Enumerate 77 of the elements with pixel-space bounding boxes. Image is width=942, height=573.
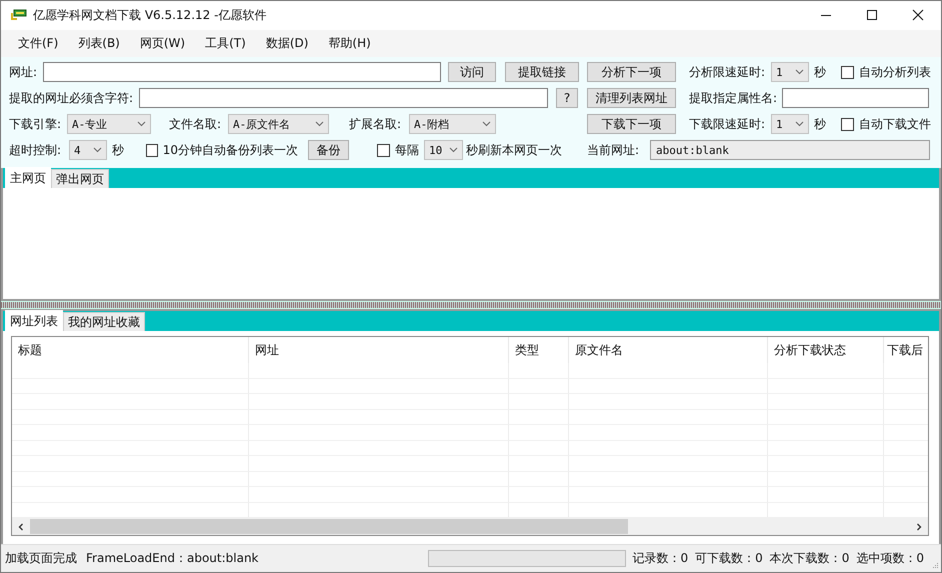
checkbox[interactable] bbox=[841, 66, 854, 79]
button[interactable]: 下载下一项 bbox=[587, 114, 676, 134]
button[interactable]: 清理列表网址 bbox=[587, 88, 676, 108]
status-text: 可下载数：0 bbox=[695, 550, 763, 567]
button[interactable]: 提取链接 bbox=[505, 62, 579, 82]
caret-icon bbox=[795, 121, 804, 128]
url-field: about:blank bbox=[650, 140, 930, 160]
caret-icon bbox=[449, 147, 458, 154]
checkbox-label[interactable]: 自动分析列表 bbox=[859, 64, 931, 81]
caret-icon bbox=[137, 121, 146, 128]
column-header[interactable]: 分析下载状态 bbox=[768, 337, 884, 363]
scroll-left-icon[interactable] bbox=[17, 522, 25, 530]
menu-item[interactable]: 网页(W) bbox=[130, 35, 194, 52]
tab[interactable]: 弹出网页 bbox=[51, 169, 109, 188]
dropdown[interactable]: 10 bbox=[424, 140, 463, 160]
field-label: 网址: bbox=[9, 64, 38, 81]
checkbox-label[interactable]: 自动下载文件 bbox=[859, 116, 931, 133]
tab[interactable]: 网址列表 bbox=[5, 310, 63, 331]
status-text: 选中项数：0 bbox=[856, 550, 924, 567]
caret-icon bbox=[93, 147, 102, 154]
column-header[interactable]: 网址 bbox=[249, 337, 509, 363]
tab[interactable]: 主网页 bbox=[5, 167, 51, 188]
menu-item[interactable]: 工具(T) bbox=[196, 35, 255, 52]
app-icon bbox=[11, 9, 27, 22]
status-text: 本次下载数：0 bbox=[770, 550, 850, 567]
status-text: 记录数：0 bbox=[632, 550, 688, 567]
field-label: 秒 bbox=[814, 64, 827, 81]
column-header[interactable]: 类型 bbox=[509, 337, 569, 363]
field-label: 超时控制: bbox=[9, 142, 62, 159]
maximize-icon[interactable] bbox=[866, 9, 878, 22]
dropdown[interactable]: 1 bbox=[771, 62, 809, 82]
column-header[interactable]: 原文件名 bbox=[569, 337, 768, 363]
input-field[interactable] bbox=[139, 88, 548, 108]
window-title: 亿愿学科网文档下载 V6.5.12.12 -亿愿软件 bbox=[33, 6, 266, 24]
checkbox[interactable] bbox=[377, 144, 390, 157]
dropdown[interactable]: A-原文件名 bbox=[228, 114, 329, 134]
checkbox-label[interactable]: 10分钟自动备份列表一次 bbox=[162, 142, 298, 159]
field-label: 分析限速延时: bbox=[689, 64, 766, 81]
menu-item[interactable]: 数据(D) bbox=[256, 35, 318, 52]
menu-item[interactable]: 列表(B) bbox=[69, 35, 129, 52]
menu-item[interactable]: 帮助(H) bbox=[319, 35, 380, 52]
field-label: 当前网址: bbox=[587, 142, 640, 159]
dropdown[interactable]: 4 bbox=[69, 140, 107, 160]
tab[interactable]: 我的网址收藏 bbox=[63, 312, 145, 331]
field-label: 下载限速延时: bbox=[689, 116, 766, 133]
field-label: 秒 bbox=[814, 116, 827, 133]
field-label: 秒刷新本网页一次 bbox=[466, 142, 563, 159]
splitter[interactable] bbox=[1, 301, 941, 309]
column-header[interactable]: 下载后 bbox=[884, 337, 928, 363]
field-label: 下载引擎: bbox=[9, 116, 62, 133]
button[interactable]: 访问 bbox=[448, 62, 496, 82]
menu-item[interactable]: 文件(F) bbox=[9, 35, 68, 52]
checkbox-label[interactable]: 每隔 bbox=[395, 142, 419, 159]
close-icon[interactable] bbox=[912, 9, 924, 22]
button[interactable]: 分析下一项 bbox=[587, 62, 676, 82]
button[interactable]: 备份 bbox=[308, 140, 349, 160]
field-label: 秒 bbox=[112, 142, 125, 159]
dropdown[interactable]: A-专业 bbox=[67, 114, 151, 134]
scrollbar-thumb[interactable] bbox=[30, 519, 628, 534]
caret-icon bbox=[795, 69, 804, 76]
caret-icon bbox=[482, 121, 491, 128]
button[interactable]: ? bbox=[556, 88, 578, 108]
column-header[interactable]: 标题 bbox=[12, 337, 249, 363]
status-text: FrameLoadEnd：about:blank bbox=[86, 550, 259, 567]
field-label: 提取的网址必须含字符: bbox=[9, 90, 134, 107]
dropdown[interactable]: 1 bbox=[771, 114, 809, 134]
status-text: 加载页面完成 bbox=[5, 550, 77, 567]
caret-icon bbox=[315, 121, 324, 128]
field-label: 提取指定属性名: bbox=[689, 90, 778, 107]
scroll-right-icon[interactable] bbox=[915, 522, 923, 530]
input-field[interactable] bbox=[782, 88, 929, 108]
checkbox[interactable] bbox=[841, 118, 854, 131]
field-label: 扩展名取: bbox=[349, 116, 402, 133]
input-field[interactable] bbox=[43, 62, 441, 82]
checkbox[interactable] bbox=[146, 144, 158, 157]
dropdown[interactable]: A-附档 bbox=[409, 114, 496, 134]
field-label: 文件名取: bbox=[169, 116, 222, 133]
